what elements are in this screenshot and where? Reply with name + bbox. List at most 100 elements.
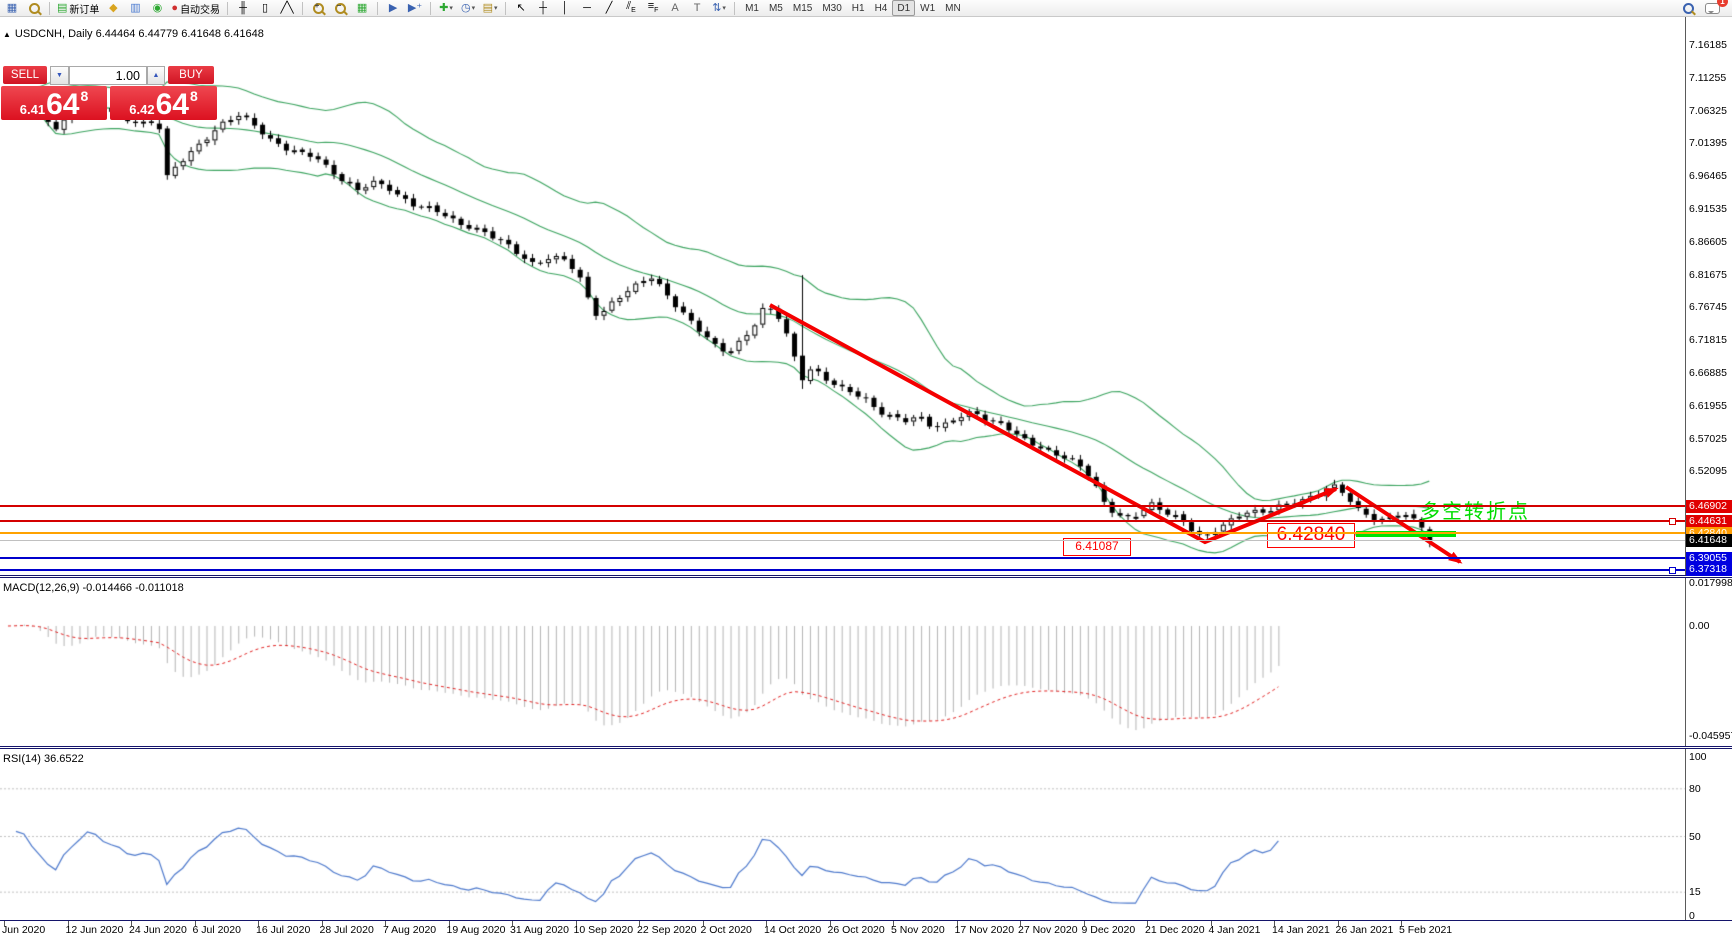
date-axis-label: 12 Jun 2020 xyxy=(66,924,124,936)
text-label-button[interactable]: T xyxy=(687,1,707,16)
date-axis-label: 14 Oct 2020 xyxy=(764,924,821,936)
price-level-line[interactable] xyxy=(0,569,1685,571)
date-axis-label: 9 Dec 2020 xyxy=(1082,924,1136,936)
timeframe-h1[interactable]: H1 xyxy=(847,0,870,16)
price-axis-tick: 6.52095 xyxy=(1689,465,1732,477)
autotrading-icon: ● xyxy=(171,3,178,14)
bucket-icon: ◆ xyxy=(109,3,117,14)
volume-decrease-button[interactable]: ▼ xyxy=(50,66,69,85)
styles-bucket-icon[interactable]: ◆ xyxy=(103,1,123,16)
toolbar-separator xyxy=(430,2,431,15)
timeframe-h4[interactable]: H4 xyxy=(870,0,893,16)
date-axis-label: 31 Aug 2020 xyxy=(510,924,569,936)
chart-profiles-icon[interactable] xyxy=(24,1,44,16)
line-handle-marker[interactable] xyxy=(1669,567,1676,574)
buy-price-box[interactable]: 6.42 64 8 xyxy=(110,86,217,120)
timeframe-m5[interactable]: M5 xyxy=(764,0,788,16)
periods-button[interactable]: ◷▾ xyxy=(458,1,478,16)
rsi-indicator-label: RSI(14) 36.6522 xyxy=(3,753,84,765)
candles-icon: ▯ xyxy=(262,3,268,14)
price-level-line[interactable] xyxy=(0,540,1685,541)
date-axis-label: 19 Aug 2020 xyxy=(447,924,506,936)
line-handle-marker[interactable] xyxy=(1669,518,1676,525)
timeframe-mn[interactable]: MN xyxy=(940,0,966,16)
chart-shift-button[interactable]: ▶⁺ xyxy=(405,1,425,16)
line-chart-icon[interactable]: ╱╲ xyxy=(277,1,297,16)
autotrading-label: 自动交易 xyxy=(180,1,220,16)
date-axis-label: 24 Jun 2020 xyxy=(129,924,187,936)
pivot-price-label[interactable]: 6.42840 xyxy=(1267,523,1355,548)
macd-axis-tick: -0.045957 xyxy=(1689,730,1732,742)
new-order-button[interactable]: ▤ 新订单 xyxy=(55,1,101,16)
sell-price-box[interactable]: 6.41 64 8 xyxy=(1,86,107,120)
date-axis-label: 28 Jul 2020 xyxy=(320,924,374,936)
chart-shift-icon: ▶⁺ xyxy=(408,3,422,14)
date-axis-label: 17 Nov 2020 xyxy=(955,924,1015,936)
price-level-line[interactable] xyxy=(0,520,1685,522)
timeframe-w1[interactable]: W1 xyxy=(915,0,940,16)
date-axis-label: 6 Jul 2020 xyxy=(193,924,241,936)
zoom-out-icon: − xyxy=(335,3,346,14)
spinner-up-icon: ▲ xyxy=(153,72,160,79)
timeframe-m1[interactable]: M1 xyxy=(740,0,764,16)
price-level-line[interactable] xyxy=(0,505,1685,507)
macd-axis-tick: 0.00 xyxy=(1689,620,1732,632)
zoom-out-button[interactable]: − xyxy=(330,1,350,16)
fibonacci-button[interactable]: ≡F xyxy=(643,1,663,16)
templates-button[interactable]: ▤▾ xyxy=(480,1,500,16)
search-icon xyxy=(1683,3,1694,14)
time-axis-separator xyxy=(0,920,1732,921)
terminal-panel-icon: ▥ xyxy=(130,3,140,14)
toolbar-separator xyxy=(302,2,303,15)
buy-button[interactable]: BUY xyxy=(168,66,214,84)
chart-window-icon: ▦ xyxy=(7,3,17,14)
text-button[interactable]: A xyxy=(665,1,685,16)
toolbar-separator xyxy=(377,2,378,15)
rsi-axis-tick: 80 xyxy=(1689,783,1732,795)
tile-windows-button[interactable]: ▦ xyxy=(352,1,372,16)
chevron-down-icon: ▾ xyxy=(449,4,453,12)
hline-icon: ─ xyxy=(583,3,591,14)
toolbar-separator xyxy=(505,2,506,15)
new-chart-icon[interactable]: ▦ xyxy=(2,1,22,16)
polyline-icon: ╱╲ xyxy=(280,3,293,14)
rsi-axis-tick: 100 xyxy=(1689,751,1732,763)
volume-increase-button[interactable]: ▲ xyxy=(147,66,165,85)
volume-input[interactable] xyxy=(69,66,147,85)
horizontal-line-button[interactable]: ─ xyxy=(577,1,597,16)
notifications-button[interactable]: 1 xyxy=(1702,1,1722,16)
terminal-icon[interactable]: ▥ xyxy=(125,1,145,16)
rsi-pane-separator[interactable] xyxy=(0,746,1732,749)
price-level-line[interactable] xyxy=(0,557,1685,559)
cursor-button[interactable]: ↖ xyxy=(511,1,531,16)
equidistant-channel-button[interactable]: ⫽E xyxy=(621,1,641,16)
spinner-down-icon: ▼ xyxy=(56,72,63,79)
collapse-triangle-icon[interactable]: ▲ xyxy=(3,30,11,39)
search-button[interactable] xyxy=(1678,1,1698,16)
signals-icon[interactable]: ◉ xyxy=(147,1,167,16)
indicators-button[interactable]: ✚▾ xyxy=(436,1,456,16)
trendline-button[interactable]: ╱ xyxy=(599,1,619,16)
price-level-line[interactable] xyxy=(0,532,1685,534)
autotrading-button[interactable]: ● 自动交易 xyxy=(169,1,222,16)
price-axis-tick: 6.96465 xyxy=(1689,170,1732,182)
price-axis-tick: 7.11255 xyxy=(1689,72,1732,84)
auto-scroll-button[interactable]: ▶ xyxy=(383,1,403,16)
price-axis-line xyxy=(1685,17,1686,921)
zoom-in-button[interactable]: + xyxy=(308,1,328,16)
toolbar-separator xyxy=(734,2,735,15)
timeframe-d1[interactable]: D1 xyxy=(892,0,915,16)
vertical-line-button[interactable]: │ xyxy=(555,1,575,16)
template-icon: ▤ xyxy=(483,3,493,14)
price-axis-tick: 6.57025 xyxy=(1689,433,1732,445)
chevron-down-icon: ▾ xyxy=(722,4,726,12)
price-chart-canvas[interactable] xyxy=(0,17,1732,943)
crosshair-button[interactable]: ┼ xyxy=(533,1,553,16)
bar-chart-icon[interactable]: ╫ xyxy=(233,1,253,16)
timeframe-m30[interactable]: M30 xyxy=(817,0,846,16)
arrows-button[interactable]: ⇅▾ xyxy=(709,1,729,16)
macd-pane-separator[interactable] xyxy=(0,575,1732,578)
timeframe-m15[interactable]: M15 xyxy=(788,0,817,16)
candlestick-icon[interactable]: ▯ xyxy=(255,1,275,16)
sell-button[interactable]: SELL xyxy=(3,66,47,84)
